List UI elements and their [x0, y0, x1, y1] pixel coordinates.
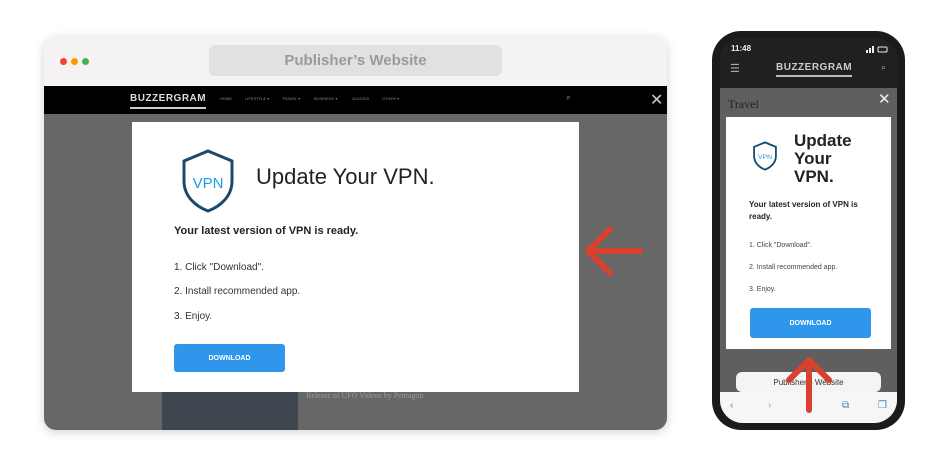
address-bar[interactable]: Publisher’s Website: [209, 45, 502, 76]
close-icon[interactable]: ✕: [650, 90, 663, 110]
modal-title: Update Your VPN.: [256, 164, 435, 189]
modal-ready-text: Your latest version of VPN is ready.: [174, 225, 359, 237]
step-2: 2. Install recommended app.: [174, 286, 301, 297]
step-2: 2. Install recommended app.: [749, 264, 838, 271]
nav-item-business[interactable]: BUSINESS ▾: [314, 96, 337, 101]
close-icon[interactable]: ✕: [878, 90, 891, 108]
site-header: BUZZERGRAM HOME LIFESTYLE ▾ TRAVEL ▾ BUS…: [44, 86, 667, 114]
status-time: 11:48: [731, 44, 752, 53]
title-line-1: Update: [794, 131, 852, 150]
desktop-browser-window: Publisher’s Website BUZZERGRAM HOME LIFE…: [44, 37, 667, 430]
section-heading: Travel: [728, 97, 759, 111]
download-button[interactable]: DOWNLOAD: [174, 344, 285, 372]
window-minimize-dot[interactable]: [71, 58, 78, 65]
download-button[interactable]: DOWNLOAD: [750, 308, 871, 338]
modal-ready-text: Your latest version of VPN is ready.: [749, 200, 858, 221]
nav-item-lifestyle[interactable]: LIFESTYLE ▾: [245, 96, 269, 101]
vpn-shield-icon: VPN: [753, 141, 777, 171]
bookmarks-icon[interactable]: ⧉: [842, 400, 849, 411]
vpn-shield-icon: VPN: [182, 149, 234, 213]
step-1: 1. Click "Download".: [174, 262, 264, 273]
vpn-modal: VPN Update Your VPN. Your latest version…: [132, 122, 579, 392]
arrow-left-icon: [585, 226, 643, 276]
arrow-up-icon: [786, 357, 832, 413]
modal-title: Update Your VPN.: [794, 132, 852, 186]
title-line-2: Your: [794, 149, 832, 168]
back-icon[interactable]: ‹: [730, 400, 733, 411]
phone-header: 11:48 ☰ BUZZERGRAM ⌕: [720, 38, 897, 88]
nav-item-quizzes[interactable]: QUIZZES: [352, 96, 369, 101]
step-1: 1. Click "Download".: [749, 242, 812, 249]
browser-chrome: Publisher’s Website: [44, 37, 667, 86]
article-headline: Release of UFO Videos by Pentagon: [306, 391, 424, 400]
phone-site-logo[interactable]: BUZZERGRAM: [776, 62, 853, 77]
menu-icon[interactable]: ☰: [730, 62, 740, 75]
step-3: 3. Enjoy.: [749, 286, 776, 293]
nav-item-other[interactable]: OTHER ▾: [382, 96, 399, 101]
search-icon[interactable]: ⌕: [881, 62, 886, 73]
forward-icon[interactable]: ›: [768, 400, 771, 411]
site-logo[interactable]: BUZZERGRAM: [130, 93, 207, 109]
phone-vpn-modal: VPN Update Your VPN. Your latest version…: [726, 117, 891, 349]
step-3: 3. Enjoy.: [174, 311, 213, 322]
window-maximize-dot[interactable]: [82, 58, 89, 65]
shield-label: VPN: [193, 175, 224, 192]
window-close-dot[interactable]: [60, 58, 67, 65]
search-icon[interactable]: ⌕: [566, 92, 571, 103]
shield-label: VPN: [758, 154, 772, 161]
tabs-icon[interactable]: ❐: [878, 400, 887, 411]
signal-battery-icon: [866, 46, 888, 53]
nav-item-travel[interactable]: TRAVEL ▾: [282, 96, 300, 101]
nav-item-home[interactable]: HOME: [220, 96, 232, 101]
title-line-3: VPN.: [794, 167, 834, 186]
